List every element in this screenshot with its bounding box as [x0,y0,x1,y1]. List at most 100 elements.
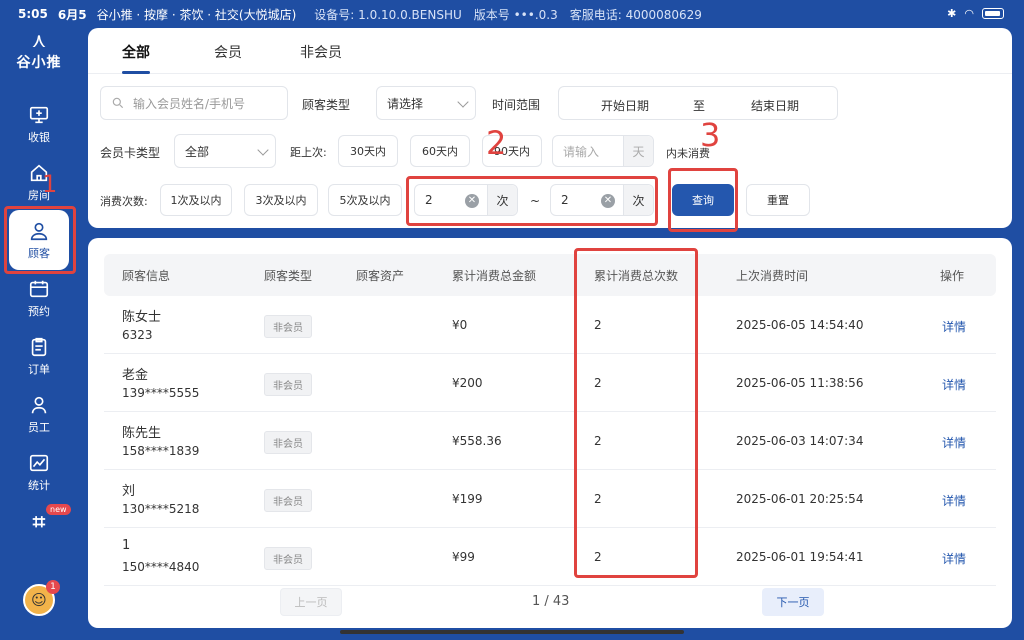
search-placeholder: 输入会员姓名/手机号 [133,96,246,111]
last-time: 2025-06-01 19:54:41 [736,550,864,564]
customer-type-tag: 非会员 [264,431,312,454]
home-indicator[interactable] [340,630,684,634]
sidebar-item-booking[interactable]: 预约 [9,268,69,328]
service-phone: 客服电话: 4000080629 [569,7,702,22]
total-amount: ¥99 [452,550,475,564]
customer-name: 1 [122,538,131,553]
header-customer-info: 顾客信息 [122,269,171,283]
customer-name: 陈女士 [122,310,162,325]
annotation-box-2 [406,176,658,226]
bluetooth-icon: ✱ [947,7,957,20]
customer-name: 刘 [122,484,136,499]
range-separator: 至 [693,99,706,113]
total-amount: ¥0 [452,318,468,332]
sidebar-item-cashier[interactable]: 收银 [9,94,69,154]
days-input[interactable]: 请输入 天 [552,135,654,167]
end-date[interactable]: 结束日期 [751,97,799,114]
logo-mark-icon: ⋏ [31,28,47,52]
avatar-face-icon: ☺ [31,591,47,609]
detail-link[interactable]: 详情 [942,318,966,335]
prev-page-button[interactable]: 上一页 [280,588,342,616]
customer-name: 陈先生 [122,426,162,441]
card-type-select[interactable]: 全部 [174,134,276,168]
header-action: 操作 [940,269,965,283]
search-icon [112,97,124,109]
calendar-icon [29,280,49,297]
card-type-value: 全部 [185,144,210,159]
logo-brand: 谷小推 [16,55,62,71]
days-unit: 天 [623,136,653,166]
count-5-button[interactable]: 5次及以内 [328,184,402,216]
count-3-button[interactable]: 3次及以内 [244,184,318,216]
reset-button[interactable]: 重置 [746,184,810,216]
total-amount: ¥200 [452,376,483,390]
customer-phone: 150****4840 [122,560,200,574]
sidebar-item-stats[interactable]: 统计 [9,442,69,502]
clipboard-icon [31,337,47,356]
annotation-box-3 [668,168,738,232]
annotation-box-count-column [574,248,698,578]
next-page-button[interactable]: 下一页 [762,588,824,616]
system-indicators: ✱ ◠ [947,7,1004,20]
header-customer-type: 顾客类型 [264,269,313,283]
customer-type-select[interactable]: 请选择 [376,86,476,120]
date-range-picker[interactable]: 开始日期 至 结束日期 [558,86,838,120]
sidebar-item-rooms[interactable]: 房间 [9,152,69,212]
wifi-icon: ◠ [964,7,974,20]
sidebar-item-label: 预约 [28,304,50,318]
sidebar-item-label: 统计 [28,478,50,492]
battery-icon [982,8,1004,19]
start-date[interactable]: 开始日期 [601,97,649,114]
count-1-button[interactable]: 1次及以内 [160,184,232,216]
app-logo: ⋏ 谷小推 [0,28,78,80]
new-badge: new [46,504,71,515]
time-range-label: 时间范围 [492,98,541,112]
tab-non-member[interactable]: 非会员 [300,42,342,62]
tab-all[interactable]: 全部 [122,42,150,74]
tab-bar: 全部 会员 非会员 [88,28,1012,74]
customer-table: 顾客信息 顾客类型 顾客资产 累计消费总金额 累计消费总次数 上次消费时间 操作… [88,238,1012,628]
days-placeholder: 请输入 [563,144,600,159]
customer-type-tag: 非会员 [264,373,312,396]
table-row[interactable]: 陈女士 6323 非会员 ¥0 2 2025-06-05 14:54:40 详情 [104,296,996,354]
customer-type-tag: 非会员 [264,489,312,512]
promo-entry[interactable]: ⌗ new [0,504,78,535]
customer-phone: 139****5555 [122,386,200,400]
sidebar-item-label: 订单 [28,362,50,376]
since-30-days-button[interactable]: 30天内 [338,135,398,167]
since-last-label: 距上次: [290,146,327,159]
total-amount: ¥199 [452,492,483,506]
annotation-number-3: 3 [700,116,721,154]
detail-link[interactable]: 详情 [942,376,966,393]
last-time: 2025-06-05 11:38:56 [736,376,864,390]
table-header: 顾客信息 顾客类型 顾客资产 累计消费总金额 累计消费总次数 上次消费时间 操作 [104,254,996,296]
last-time: 2025-06-03 14:07:34 [736,434,864,448]
header-assets: 顾客资产 [356,269,405,283]
customer-type-tag: 非会员 [264,315,312,338]
table-row[interactable]: 1 150****4840 非会员 ¥99 2 2025-06-01 19:54… [104,528,996,586]
sidebar-item-label: 员工 [28,420,50,434]
header-total-amount: 累计消费总金额 [452,269,537,283]
sidebar-item-orders[interactable]: 订单 [9,326,69,386]
since-60-days-button[interactable]: 60天内 [410,135,470,167]
chevron-down-icon [457,96,469,108]
table-row[interactable]: 陈先生 158****1839 非会员 ¥558.36 2 2025-06-03… [104,412,996,470]
annotation-box-1 [4,206,76,274]
sidebar-item-staff[interactable]: 员工 [9,384,69,444]
search-input[interactable]: 输入会员姓名/手机号 [100,86,288,120]
annotation-number-2: 2 [486,124,507,162]
clock: 5:05 [18,7,48,21]
customer-type-tag: 非会员 [264,547,312,570]
monitor-icon [29,106,49,123]
device-number: 设备号: 1.0.10.0.BENSHU [314,7,462,22]
avatar[interactable]: ☺ 1 [23,580,60,616]
detail-link[interactable]: 详情 [942,434,966,451]
detail-link[interactable]: 详情 [942,550,966,567]
count-label: 消费次数: [100,195,148,208]
table-row[interactable]: 老金 139****5555 非会员 ¥200 2 2025-06-05 11:… [104,354,996,412]
last-time: 2025-06-05 14:54:40 [736,318,864,332]
tab-member[interactable]: 会员 [214,42,242,62]
detail-link[interactable]: 详情 [942,492,966,509]
customer-type-label: 顾客类型 [302,98,351,112]
table-row[interactable]: 刘 130****5218 非会员 ¥199 2 2025-06-01 20:2… [104,470,996,528]
